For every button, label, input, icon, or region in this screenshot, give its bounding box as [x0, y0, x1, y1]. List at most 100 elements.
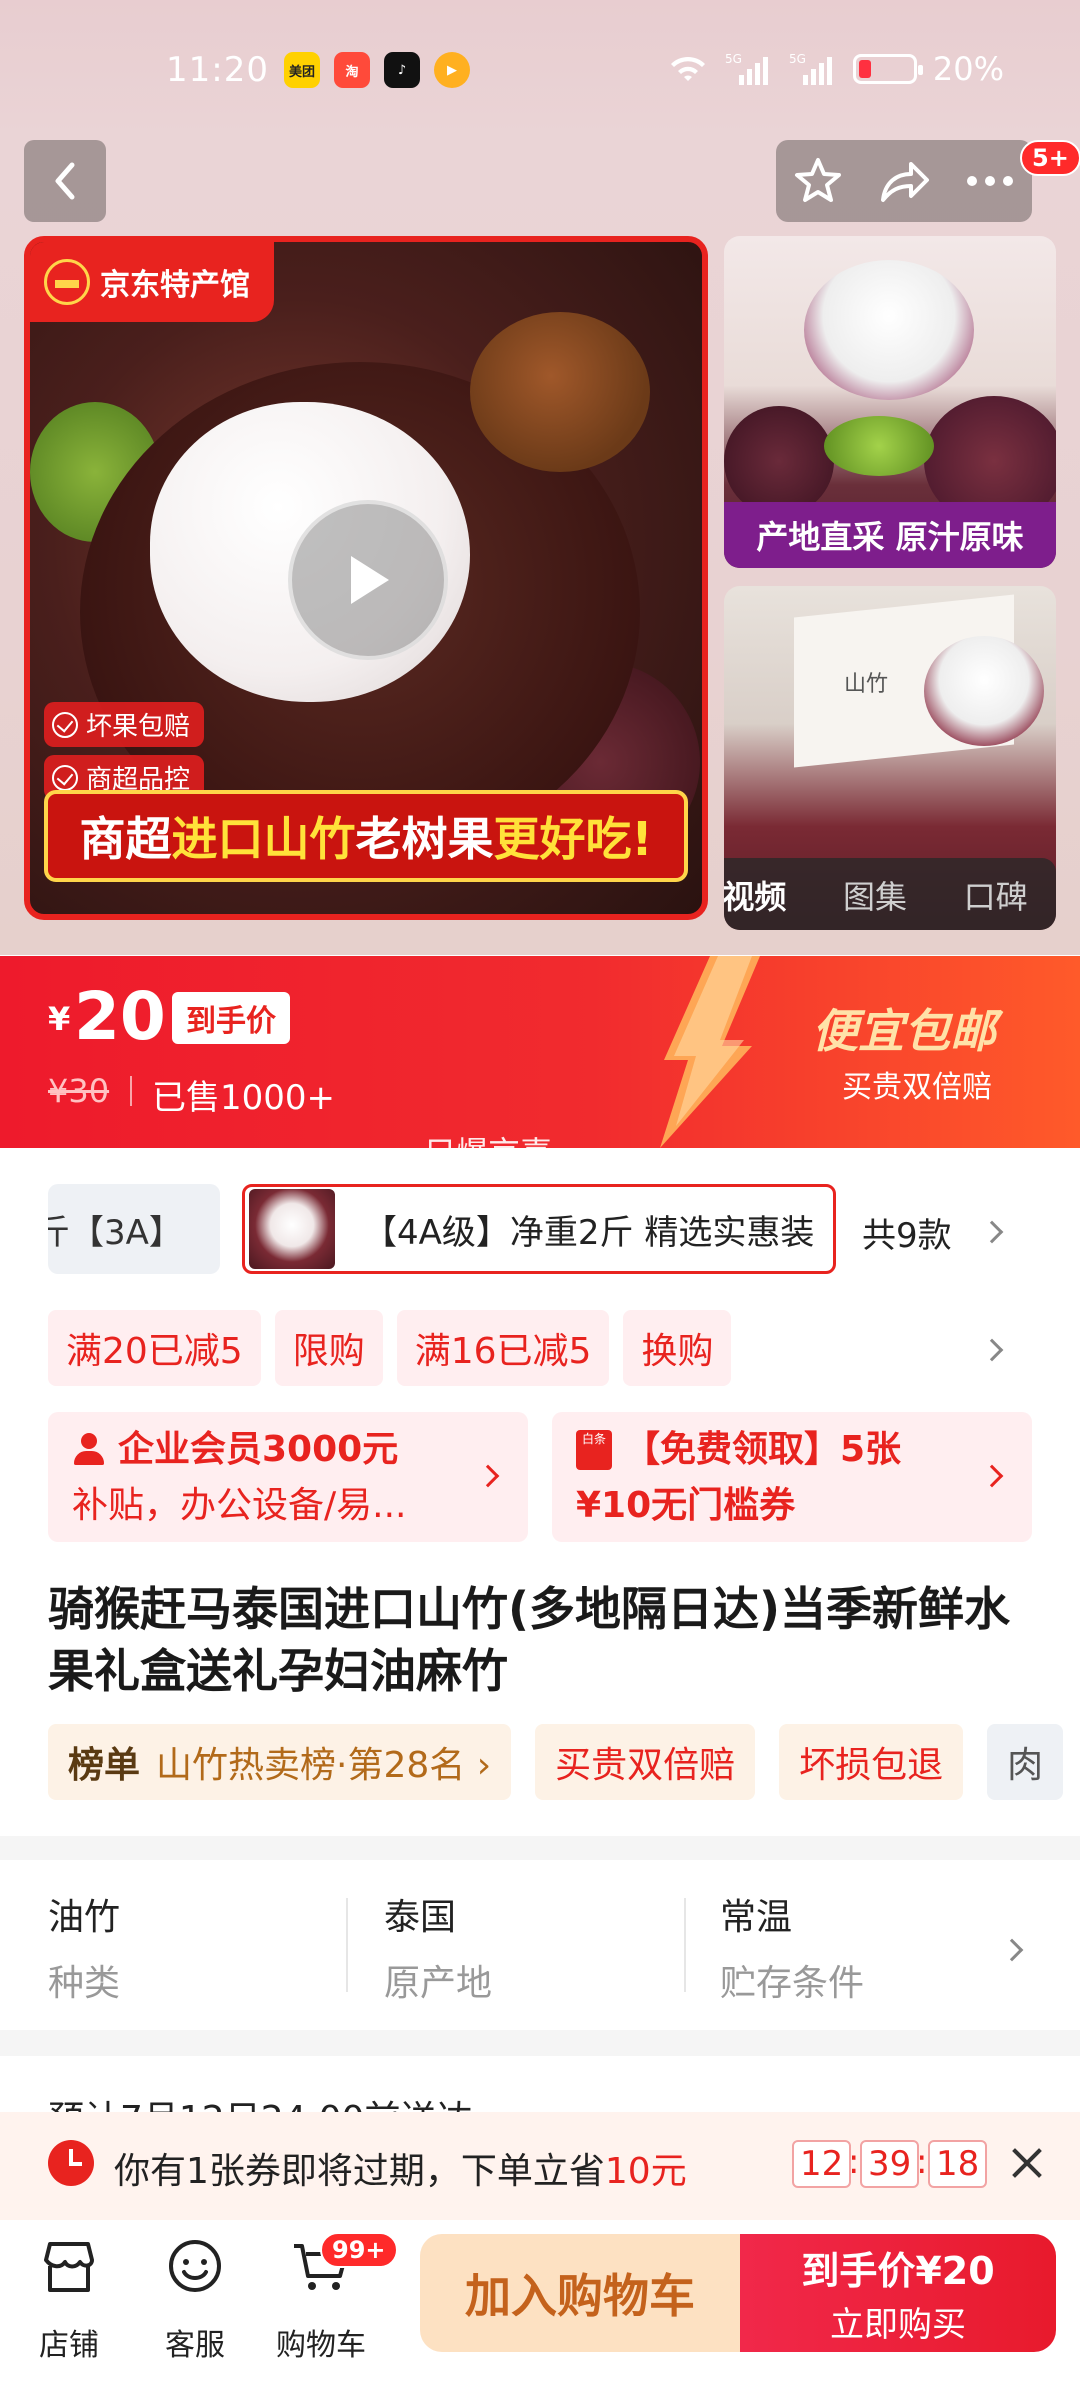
watermark-text: 只爆京喜	[424, 1134, 553, 1172]
add-to-cart-button[interactable]: 加入购物车	[420, 2234, 740, 2352]
side-image-2[interactable]: 山竹 视频 图集 口碑	[724, 586, 1056, 930]
video-app-icon: ▶	[434, 52, 470, 88]
mangosteen-flesh	[924, 636, 1044, 746]
gallery-tabs: 视频 图集 口碑	[724, 858, 1056, 930]
fruit-decoration	[724, 406, 834, 516]
guarantee-chips: 坏果包赔 商超品控	[44, 702, 205, 800]
close-icon[interactable]	[1008, 2144, 1046, 2182]
brand-logo-icon	[44, 259, 90, 305]
price-currency: ¥	[48, 1000, 71, 1038]
play-video-button[interactable]	[288, 500, 448, 660]
signal-5g-icon-1: 5G	[725, 52, 768, 85]
sku-selector: 斤【3A】 【4A级】净重2斤 精选实惠装 共9款	[0, 1170, 1080, 1280]
countdown-hours: 12	[792, 2140, 852, 2188]
product-title: 骑猴赶马泰国进口山竹(多地隔日达)当季新鲜水果礼盒送礼孕妇油麻竹	[48, 1582, 1011, 1698]
promo-chip[interactable]: 满20已减5	[48, 1310, 261, 1386]
slogan-banner: 商超 进口山竹 老树果 更好吃!	[44, 790, 688, 882]
promo-chip[interactable]: 换购	[623, 1310, 732, 1386]
divider	[684, 1898, 686, 1992]
divider	[346, 1898, 348, 1992]
price-value: 20	[74, 978, 166, 1055]
main-product-image[interactable]: 京东特产馆 坏果包赔 商超品控 商超 进口山竹 老树果 更好吃!	[24, 236, 708, 920]
customer-service-button[interactable]: 客服	[140, 2236, 250, 2364]
sku-count[interactable]: 共9款	[862, 1208, 952, 1257]
guarantee-chip: 坏果包赔	[44, 702, 205, 747]
attribute-storage: 常温 贮存条件	[720, 1897, 865, 2004]
svg-text:5G: 5G	[725, 52, 742, 66]
countdown-seconds: 18	[928, 2140, 988, 2188]
reminder-text: 你有1张券即将过期，下单立省10元	[114, 2151, 687, 2192]
box-label: 山竹	[844, 672, 889, 697]
chevron-left-icon	[55, 162, 75, 200]
clock-icon	[48, 2140, 94, 2186]
store-button[interactable]: 店铺	[14, 2236, 124, 2364]
guarantee-tag: 坏损包退	[779, 1724, 964, 1800]
brand-name: 京东特产馆	[100, 268, 250, 303]
sku-option[interactable]: 斤【3A】	[48, 1184, 220, 1274]
brand-tag: 京东特产馆	[30, 242, 274, 322]
promo-subtitle: 买贵双倍赔	[842, 1070, 992, 1105]
taobao-app-icon: 淘	[334, 52, 370, 88]
store-icon	[44, 2242, 94, 2292]
ranking-tag[interactable]: 榜单 山竹热卖榜·第28名 ›	[48, 1724, 512, 1800]
lightning-icon	[660, 956, 760, 1148]
promo-chip[interactable]: 满16已减5	[396, 1310, 610, 1386]
mangosteen-cap	[470, 312, 650, 472]
status-indicators: 5G 5G 20%	[667, 50, 1004, 88]
chevron-right-icon	[476, 1464, 500, 1488]
battery-icon	[852, 54, 923, 84]
chevron-right-icon[interactable]	[980, 1220, 1004, 1244]
status-time: 11:20	[166, 50, 269, 90]
tab-video[interactable]: 视频	[724, 872, 786, 918]
person-icon	[72, 1433, 106, 1467]
attributes-section[interactable]: 油竹 种类 泰国 原产地 常温 贮存条件	[0, 1860, 1080, 2030]
tab-gallery[interactable]: 图集	[843, 872, 907, 918]
promo-chip[interactable]: 限购	[274, 1310, 383, 1386]
guarantee-tag: 肉	[987, 1724, 1064, 1800]
tab-reviews[interactable]: 口碑	[964, 872, 1028, 918]
chevron-right-icon	[980, 1464, 1004, 1488]
header-actions	[776, 140, 1032, 222]
product-page: 11:20 美团 淘 ♪ ▶ 5G 5G 20% 5+ 京东特产馆 坏果包赔 商…	[0, 0, 1080, 2400]
check-icon	[52, 711, 78, 738]
wifi-icon	[670, 56, 705, 81]
svg-text:5G: 5G	[789, 52, 806, 66]
section-gap	[0, 2030, 1080, 2056]
countdown-minutes: 39	[860, 2140, 920, 2188]
meituan-app-icon: 美团	[284, 52, 320, 88]
check-icon	[52, 764, 78, 791]
message-badge: 5+	[1020, 140, 1080, 176]
chevron-right-icon[interactable]	[980, 1338, 1004, 1362]
cart-count-badge: 99+	[320, 2232, 398, 2268]
rank-tags: 榜单 山竹热卖榜·第28名 › 买贵双倍赔 坏损包退 肉	[48, 1724, 1064, 1800]
divider	[130, 1076, 132, 1106]
side-image-caption: 产地直采 原汁原味	[724, 502, 1056, 568]
share-icon[interactable]	[877, 156, 931, 206]
back-button[interactable]	[24, 140, 106, 222]
sku-thumbnail	[249, 1189, 335, 1269]
countdown-separator: :	[916, 2142, 928, 2182]
original-price: ¥30	[48, 1072, 110, 1110]
star-icon[interactable]	[792, 155, 844, 207]
countdown-separator: :	[848, 2142, 860, 2182]
leaf-decoration	[824, 416, 934, 476]
sold-count: 已售1000+	[152, 1078, 336, 1118]
side-image-1[interactable]: 产地直采 原汁原味	[724, 236, 1056, 568]
coupon-enterprise[interactable]: 企业会员3000元 补贴，办公设备/易...	[48, 1412, 528, 1542]
play-icon	[351, 556, 389, 604]
buy-now-button[interactable]: 到手价¥20 立即购买	[740, 2234, 1056, 2352]
service-icon	[169, 2240, 221, 2292]
section-gap	[0, 1836, 1080, 1860]
guarantee-tag: 买贵双倍赔	[535, 1724, 756, 1800]
attribute-origin: 泰国 原产地	[384, 1897, 493, 2004]
status-bar: 11:20 美团 淘 ♪ ▶ 5G 5G 20%	[0, 0, 1080, 140]
more-icon[interactable]	[964, 173, 1016, 189]
promo-list: 满20已减5 限购 满16已减5 换购	[48, 1310, 732, 1386]
mangosteen-flesh	[804, 260, 974, 400]
final-price-tag: 到手价	[172, 992, 290, 1044]
sku-option-selected[interactable]: 【4A级】净重2斤 精选实惠装	[242, 1184, 836, 1274]
coupon-free[interactable]: 白条 【免费领取】5张 ¥10无门槛券	[552, 1412, 1032, 1542]
baitiao-icon: 白条	[576, 1430, 612, 1470]
signal-5g-icon-2: 5G	[789, 52, 832, 85]
promo-title: 便宜包邮	[812, 1004, 996, 1058]
